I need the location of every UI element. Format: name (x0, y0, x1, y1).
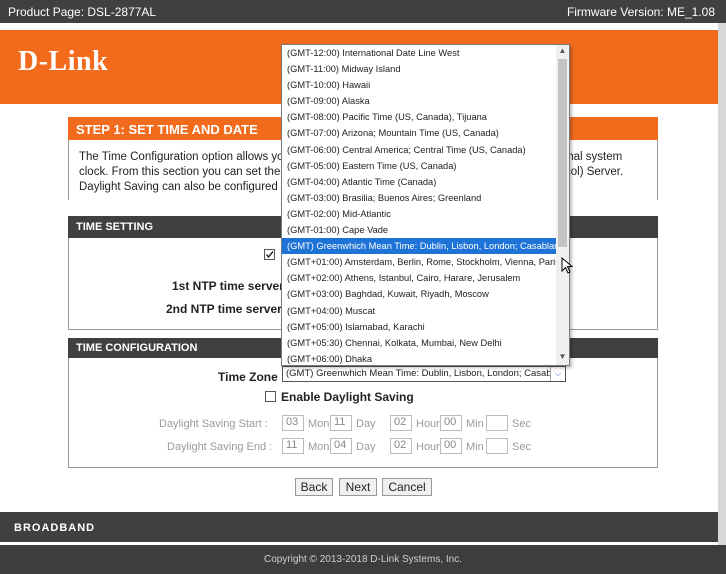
timezone-option[interactable]: (GMT-08:00) Pacific Time (US, Canada), T… (282, 109, 556, 125)
end-mon-unit: Mon (308, 441, 330, 453)
end-min-unit: Min (466, 441, 484, 453)
timezone-option[interactable]: (GMT-05:00) Eastern Time (US, Canada) (282, 158, 556, 174)
end-hour-unit: Hour (416, 441, 440, 453)
timezone-option[interactable]: (GMT-02:00) Mid-Atlantic (282, 206, 556, 222)
next-button[interactable]: Next (339, 478, 377, 496)
step1-title: STEP 1: SET TIME AND DATE (76, 122, 258, 137)
page-right-border (718, 23, 726, 574)
timezone-option-selected[interactable]: (GMT) Greenwhich Mean Time: Dublin, Lisb… (282, 238, 556, 255)
timezone-select[interactable]: (GMT) Greenwhich Mean Time: Dublin, Lisb… (282, 366, 566, 382)
timezone-option[interactable]: (GMT+05:30) Chennai, Kolkata, Mumbai, Ne… (282, 335, 556, 351)
timezone-options: (GMT-12:00) International Date Line West… (282, 45, 556, 365)
time-setting-title: TIME SETTING (76, 221, 153, 233)
step1-desc-line1: The Time Configuration option allows you… (79, 151, 297, 163)
timezone-option[interactable]: (GMT-07:00) Arizona; Mountain Time (US, … (282, 125, 556, 141)
start-sec-unit: Sec (512, 418, 531, 430)
ntp2-label: 2nd NTP time server : (166, 302, 290, 316)
step1-desc-line2: clock. From this section you can set the… (79, 166, 299, 178)
scroll-up-icon[interactable]: ▲ (556, 45, 569, 57)
start-min-unit: Min (466, 418, 484, 430)
copyright-text: Copyright © 2013-2018 D-Link Systems, In… (263, 554, 462, 565)
broadband-label: BROADBAND (14, 522, 96, 534)
end-sec-unit: Sec (512, 441, 531, 453)
timezone-option[interactable]: (GMT-12:00) International Date Line West (282, 45, 556, 61)
timezone-option[interactable]: (GMT+06:00) Dhaka (282, 351, 556, 365)
cancel-button[interactable]: Cancel (382, 478, 432, 496)
timezone-option[interactable]: (GMT+04:00) Muscat (282, 303, 556, 319)
end-hour-input[interactable]: 02 (390, 438, 412, 454)
scroll-down-icon[interactable]: ▼ (556, 351, 569, 363)
back-button[interactable]: Back (295, 478, 333, 496)
broadband-bar (0, 512, 718, 542)
daylight-saving-label: Enable Daylight Saving (281, 390, 414, 404)
daylight-end-label: Daylight Saving End : (167, 441, 273, 453)
end-mon-input[interactable]: 11 (282, 438, 304, 454)
timezone-option[interactable]: (GMT+03:00) Baghdad, Kuwait, Riyadh, Mos… (282, 286, 556, 302)
timezone-option[interactable]: (GMT+05:00) Islamabad, Karachi (282, 319, 556, 335)
start-day-input[interactable]: 11 (330, 415, 352, 431)
start-day-unit: Day (356, 418, 376, 430)
timezone-option[interactable]: (GMT-03:00) Brasilia; Buenos Aires; Gree… (282, 190, 556, 206)
dlink-logo: D-Link (18, 46, 109, 77)
product-page-label: Product Page: DSL-2877AL (8, 5, 157, 19)
chevron-down-icon[interactable]: ⌵ (550, 367, 565, 381)
timezone-option[interactable]: (GMT-04:00) Atlantic Time (Canada) (282, 174, 556, 190)
end-sec-input[interactable] (486, 438, 508, 454)
timezone-option[interactable]: (GMT-11:00) Midway Island (282, 61, 556, 77)
timezone-option[interactable]: (GMT-10:00) Hawaii (282, 77, 556, 93)
end-day-input[interactable]: 04 (330, 438, 352, 454)
start-hour-unit: Hour (416, 418, 440, 430)
daylight-start-label: Daylight Saving Start : (159, 418, 268, 430)
checkmark-icon (265, 251, 274, 259)
firmware-version-label: Firmware Version: ME_1.08 (566, 5, 715, 19)
end-min-input[interactable]: 00 (440, 438, 462, 454)
timezone-option[interactable]: (GMT-06:00) Central America; Central Tim… (282, 142, 556, 158)
dropdown-scrollbar[interactable]: ▲ ▼ (556, 45, 569, 365)
time-configuration-title: TIME CONFIGURATION (76, 342, 198, 354)
end-day-unit: Day (356, 441, 376, 453)
start-min-input[interactable]: 00 (440, 415, 462, 431)
start-mon-unit: Mon (308, 418, 330, 430)
timezone-option[interactable]: (GMT+02:00) Athens, Istanbul, Cairo, Har… (282, 270, 556, 286)
top-info-bar: Product Page: DSL-2877AL Firmware Versio… (0, 0, 726, 23)
start-mon-input[interactable]: 03 (282, 415, 304, 431)
timezone-dropdown-list[interactable]: (GMT-12:00) International Date Line West… (281, 44, 570, 366)
step1-desc-line2-end: col) Server. (565, 166, 624, 178)
start-sec-input[interactable] (486, 415, 508, 431)
ntp1-label: 1st NTP time server : (172, 279, 292, 293)
mouse-cursor-icon (561, 257, 574, 274)
ntp-enable-checkbox[interactable] (264, 249, 275, 260)
timezone-option[interactable]: (GMT+01:00) Amsterdam, Berlin, Rome, Sto… (282, 254, 556, 270)
daylight-saving-checkbox[interactable] (265, 391, 276, 402)
start-hour-input[interactable]: 02 (390, 415, 412, 431)
timezone-option[interactable]: (GMT-09:00) Alaska (282, 93, 556, 109)
timezone-selected-value: (GMT) Greenwhich Mean Time: Dublin, Lisb… (286, 368, 566, 379)
timezone-option[interactable]: (GMT-01:00) Cape Vade (282, 222, 556, 238)
scrollbar-thumb[interactable] (558, 59, 567, 247)
timezone-label: Time Zone : (218, 370, 286, 384)
step1-desc-line3: Daylight Saving can also be configured t… (79, 181, 307, 193)
